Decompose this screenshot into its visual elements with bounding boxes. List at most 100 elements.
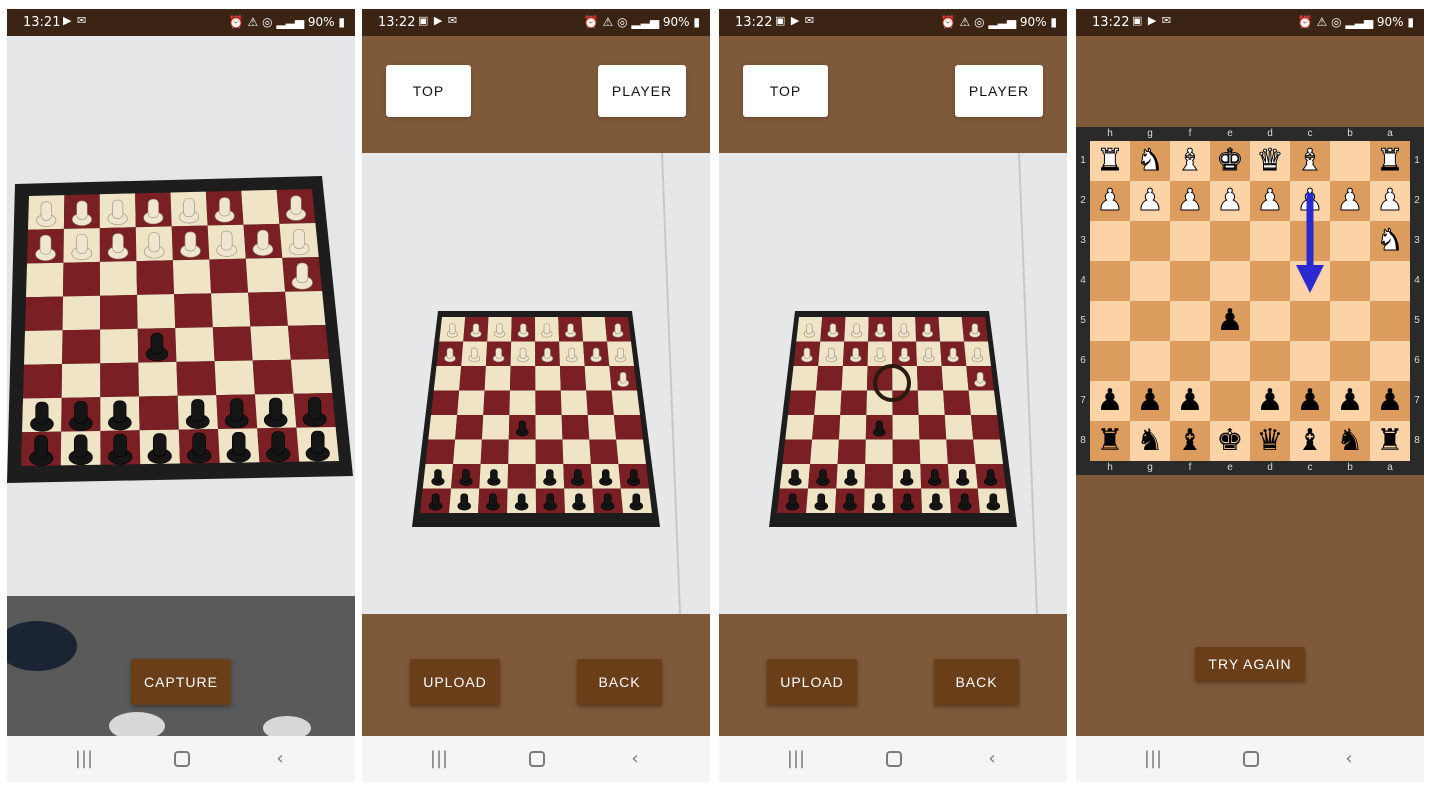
back-icon[interactable]: ‹: [977, 746, 1007, 772]
photo-square: [250, 325, 291, 361]
photo-square: [535, 390, 562, 415]
photo-square: [560, 390, 588, 415]
back-button[interactable]: BACK: [934, 659, 1019, 705]
status-bar: 13:22 ▣ ▶ ✉ ⏰ ⚠ ◎ ▂▃▅ 90% ▮: [1076, 9, 1424, 36]
back-button[interactable]: BACK: [577, 659, 662, 705]
photo-piece: [617, 347, 624, 359]
player-button[interactable]: PLAYER: [955, 65, 1043, 117]
photo-square: [918, 415, 947, 440]
photo-piece: [293, 229, 305, 249]
photo-piece: [828, 347, 835, 359]
photo-square: [616, 439, 646, 464]
photo-square: [561, 415, 590, 440]
home-icon[interactable]: [529, 751, 545, 767]
status-time: 13:22: [378, 15, 416, 30]
photo-square: [209, 258, 249, 294]
photo-square: [252, 359, 294, 395]
chessboard-photo: [719, 153, 1067, 614]
photo-square: [837, 439, 866, 464]
photo-square: [136, 260, 175, 295]
photo-piece: [932, 493, 940, 507]
photo-piece: [520, 323, 527, 335]
recents-icon[interactable]: |||: [781, 746, 811, 772]
notification-icons: ▶ ✉: [63, 14, 88, 27]
photo-square: [810, 439, 839, 464]
recents-icon[interactable]: |||: [424, 746, 454, 772]
photo-square: [245, 257, 286, 293]
photo-square: [581, 317, 608, 342]
photo-piece: [874, 493, 883, 507]
recents-icon[interactable]: |||: [1138, 746, 1168, 772]
photo-piece: [34, 435, 48, 459]
photo-piece: [489, 493, 497, 507]
upload-button[interactable]: UPLOAD: [410, 659, 500, 705]
screen-result: 13:22 ▣ ▶ ✉ ⏰ ⚠ ◎ ▂▃▅ 90% ▮ ♜ ♞ ♝ ♚ ♛ ♝ ♜ ♟ ♟ ♟ ♟ ♟…: [1076, 9, 1424, 782]
arrow-head: [1296, 265, 1324, 293]
player-button[interactable]: PLAYER: [598, 65, 686, 117]
photo-piece: [976, 372, 984, 384]
status-bar: 13:22 ▣ ▶ ✉ ⏰ ⚠ ◎ ▂▃▅ 90% ▮: [362, 9, 710, 36]
photo-piece: [575, 493, 583, 507]
photo-square: [509, 366, 536, 391]
photo-piece: [852, 347, 859, 359]
photo-square: [287, 325, 329, 360]
photo-piece: [989, 493, 998, 507]
top-button[interactable]: TOP: [386, 65, 471, 117]
photo-square: [61, 363, 101, 398]
status-time: 13:22: [735, 15, 773, 30]
photo-piece: [184, 231, 197, 252]
photo-square: [892, 439, 921, 464]
photo-piece: [986, 469, 995, 482]
photo-piece: [592, 347, 600, 359]
photo-piece: [449, 323, 456, 335]
photo-piece: [903, 469, 911, 482]
battery-icon: ▮: [1046, 15, 1057, 29]
back-icon[interactable]: ‹: [265, 746, 295, 772]
photo-square: [916, 366, 944, 391]
photo-piece: [290, 195, 302, 215]
photo-piece: [150, 332, 164, 355]
photo-square: [459, 366, 486, 391]
photo-piece: [490, 469, 498, 482]
photo-square: [892, 415, 920, 440]
photo-square: [508, 439, 536, 464]
home-icon[interactable]: [886, 751, 902, 767]
photo-square: [613, 415, 643, 440]
screen-preview: 13:22 ▣ ▶ ✉ ⏰ ⚠ ◎ ▂▃▅ 90% ▮ TOP PLAYER U…: [362, 9, 710, 782]
photo-square: [941, 366, 969, 391]
photo-piece: [546, 469, 554, 482]
photo-square: [535, 415, 563, 440]
battery-level: 90%: [307, 15, 335, 29]
home-icon[interactable]: [174, 751, 190, 767]
back-icon[interactable]: ‹: [620, 746, 650, 772]
photo-square: [214, 360, 255, 396]
photo-piece: [877, 323, 884, 335]
photo-piece: [148, 232, 160, 253]
photo-piece: [974, 347, 981, 359]
photo-square: [919, 439, 948, 464]
photo-square: [138, 361, 178, 397]
photo-piece: [183, 198, 195, 218]
home-icon[interactable]: [1243, 751, 1259, 767]
photo-piece: [629, 469, 638, 482]
photo-piece: [460, 493, 469, 507]
upload-button[interactable]: UPLOAD: [767, 659, 857, 705]
try-again-button[interactable]: TRY AGAIN: [1195, 647, 1305, 681]
photo-piece: [112, 199, 124, 219]
photo-square: [62, 295, 101, 331]
photo-piece: [518, 420, 526, 433]
photo-square: [968, 390, 997, 415]
recents-icon[interactable]: |||: [69, 746, 99, 772]
photo-piece: [876, 347, 884, 359]
photo-piece: [903, 493, 912, 507]
photo-piece: [971, 323, 979, 335]
photo-square: [484, 366, 511, 391]
status-right: ⏰ ⚠ ◎ ▂▃▅ 90% ▮: [584, 15, 700, 29]
capture-button[interactable]: CAPTURE: [131, 659, 231, 705]
photo-square: [946, 439, 976, 464]
top-button[interactable]: TOP: [743, 65, 828, 117]
status-right: ⏰ ⚠ ◎ ▂▃▅ 90% ▮: [1298, 15, 1414, 29]
battery-icon: ▮: [689, 15, 700, 29]
photo-piece: [231, 431, 246, 456]
back-icon[interactable]: ‹: [1334, 746, 1364, 772]
